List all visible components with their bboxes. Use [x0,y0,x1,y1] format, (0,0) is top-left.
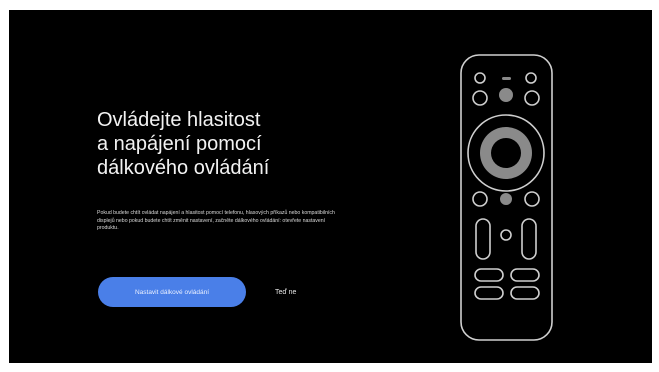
app-button-1-outline [474,268,504,282]
remote-control-icon [460,54,553,341]
mute-button-outline [500,229,512,241]
description-text: Pokud budete chtít ovládat napájení a hl… [97,210,335,232]
setup-remote-button[interactable]: Nastavit dálkové ovládání [98,277,246,307]
page-title: Ovládejte hlasitost a napájení pomocí dá… [97,108,357,180]
title-line-3: dálkového ovládání [97,157,270,179]
dpad-select [491,138,521,168]
app-button-4-outline [510,286,540,300]
volume-rocker-outline [475,218,491,260]
app-button-3-outline [474,286,504,300]
led-indicator [502,77,511,80]
tv-screen: Ovládejte hlasitost a napájení pomocí dá… [9,10,652,363]
home-button-outline [524,90,540,106]
app-button-2-outline [510,268,540,282]
left-round-button-outline [472,191,488,207]
not-now-button[interactable]: Teď ne [267,284,304,300]
title-line-2: a napájení pomocí [97,133,262,155]
back-button-outline [472,90,488,106]
input-button-outline [525,72,537,84]
power-button-outline [474,72,486,84]
title-line-1: Ovládejte hlasitost [97,109,261,131]
assistant-button [499,88,513,102]
center-round-button [500,193,512,205]
right-round-button-outline [524,191,540,207]
channel-rocker-outline [521,218,537,260]
